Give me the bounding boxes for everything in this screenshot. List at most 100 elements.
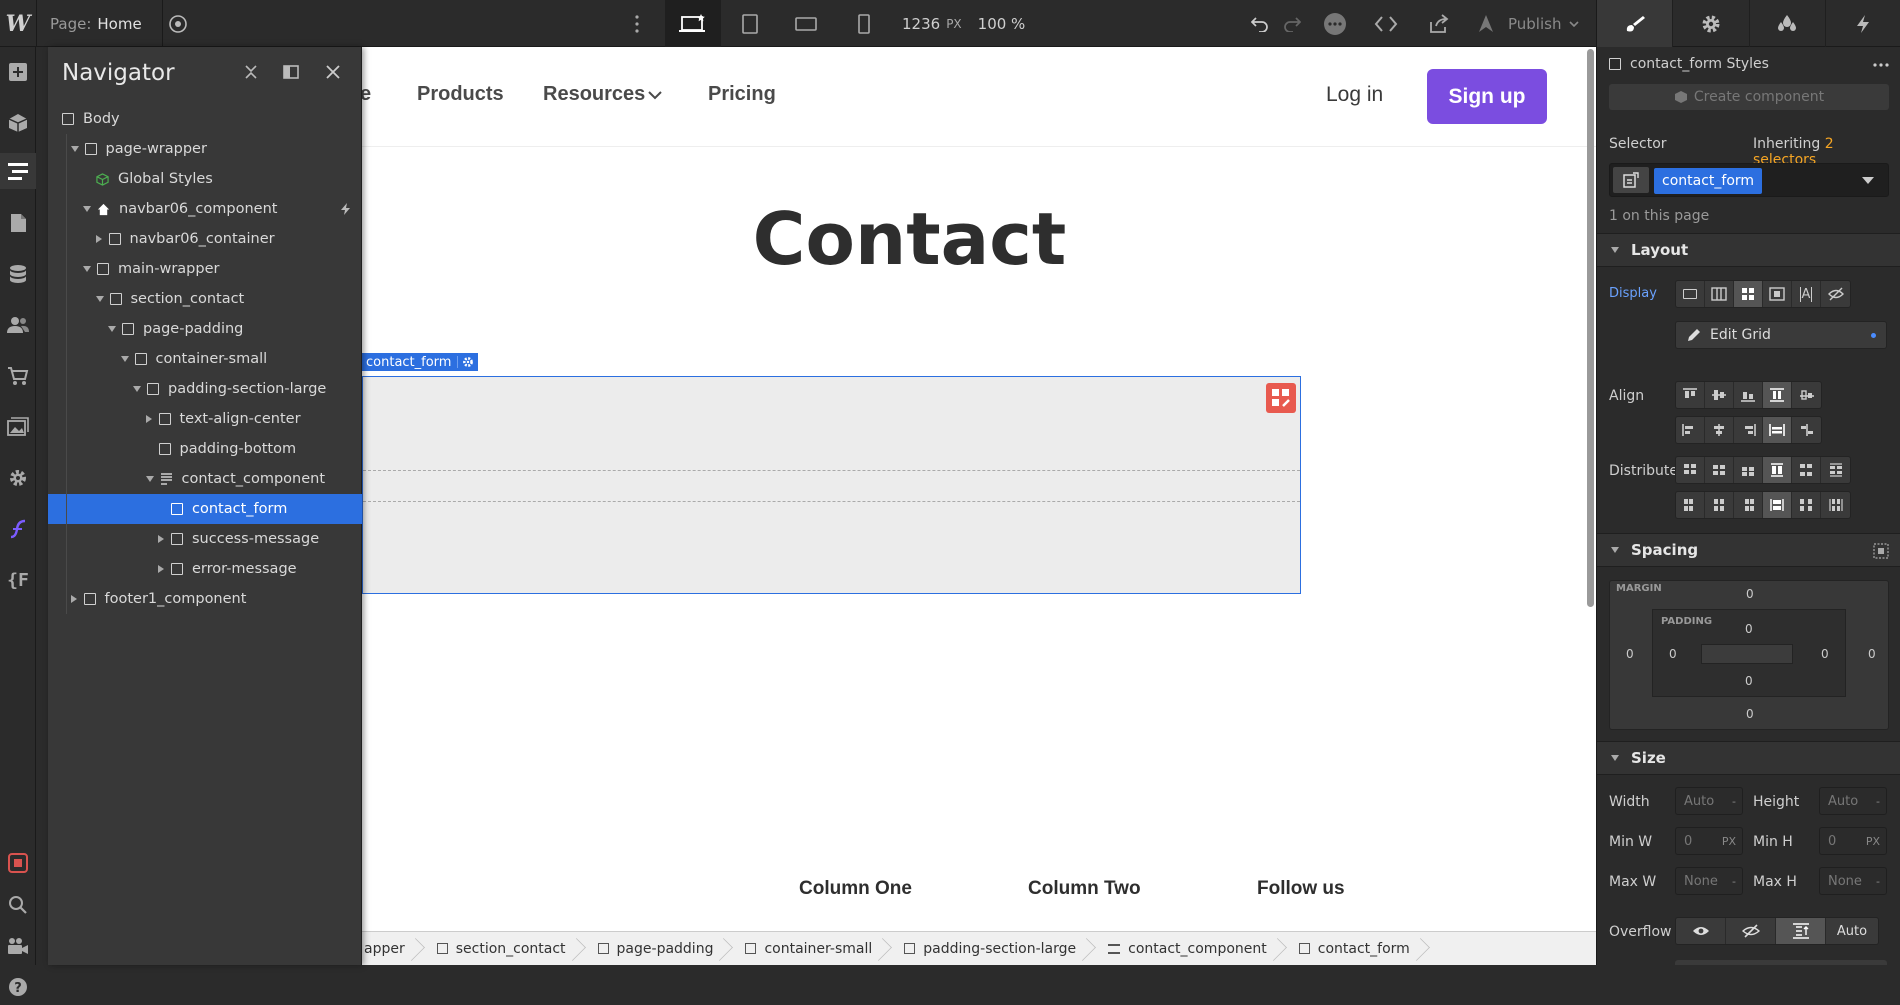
display-inline-icon[interactable]: A	[1792, 281, 1821, 307]
interactions-icon[interactable]	[0, 511, 36, 547]
redo-icon[interactable]	[1280, 0, 1304, 47]
overflow-auto-button[interactable]: Auto	[1826, 918, 1878, 944]
overflow-visible-icon[interactable]	[1676, 918, 1726, 944]
caret-down-icon[interactable]	[95, 296, 104, 302]
desktop-breakpoint-icon[interactable]	[665, 0, 721, 47]
overflow-scroll-icon[interactable]	[1776, 918, 1826, 944]
distribute-icon[interactable]	[1676, 457, 1705, 483]
grid-edit-icon[interactable]	[1266, 383, 1296, 413]
margin-bottom[interactable]: 0	[1746, 707, 1754, 721]
display-block-icon[interactable]	[1676, 281, 1705, 307]
justify-stretch-icon[interactable]	[1763, 417, 1792, 443]
page-selector[interactable]: Page: Home	[50, 0, 142, 47]
distribute-icon[interactable]	[1792, 492, 1821, 518]
mobile-landscape-icon[interactable]	[794, 0, 818, 47]
display-inline-block-icon[interactable]	[1763, 281, 1792, 307]
layout-section-header[interactable]: Layout	[1597, 233, 1900, 267]
search-icon[interactable]	[0, 887, 36, 923]
breadcrumb-item[interactable]: contact_component	[1094, 932, 1285, 966]
publish-button[interactable]: Publish	[1476, 0, 1580, 47]
undo-icon[interactable]	[1248, 0, 1272, 47]
distribute-icon[interactable]	[1676, 492, 1705, 518]
display-none-icon[interactable]	[1821, 281, 1850, 307]
nav-link-home[interactable]: e	[362, 83, 371, 106]
contact-form-element[interactable]	[362, 376, 1301, 594]
caret-down-icon[interactable]	[83, 266, 91, 272]
selector-chip[interactable]: contact_form	[1654, 168, 1763, 194]
caret-down-icon[interactable]	[70, 146, 79, 152]
justify-baseline-icon[interactable]	[1792, 417, 1821, 443]
justify-start-icon[interactable]	[1676, 417, 1705, 443]
selector-mode-icon[interactable]	[1613, 167, 1649, 193]
webflow-logo[interactable]: W	[0, 0, 36, 47]
caret-right-icon[interactable]	[95, 235, 102, 243]
distribute-icon[interactable]	[1821, 492, 1850, 518]
align-end-icon[interactable]	[1734, 382, 1763, 408]
padding-right[interactable]: 0	[1821, 647, 1829, 661]
spacing-section-header[interactable]: Spacing	[1597, 533, 1900, 567]
distribute-icon[interactable]	[1734, 457, 1763, 483]
add-panel-icon[interactable]	[0, 54, 36, 90]
more-icon[interactable]	[1873, 63, 1889, 67]
margin-right[interactable]: 0	[1868, 647, 1876, 661]
display-grid-icon[interactable]	[1734, 281, 1763, 307]
navigator-tree-item[interactable]: section_contact	[48, 284, 362, 314]
navigator-tree-item[interactable]: main-wrapper	[48, 254, 362, 284]
margin-top[interactable]: 0	[1746, 587, 1754, 601]
padding-left[interactable]: 0	[1669, 647, 1677, 661]
breadcrumb-item[interactable]: section_contact	[423, 932, 584, 966]
ecommerce-icon[interactable]	[0, 358, 36, 394]
navigator-tree-item[interactable]: success-message	[48, 524, 362, 554]
spacing-mode-icon[interactable]	[1873, 543, 1889, 559]
caret-down-icon[interactable]	[83, 206, 91, 212]
max-height-input[interactable]: None -	[1819, 867, 1887, 895]
distribute-icon[interactable]	[1821, 457, 1850, 483]
nav-link-pricing[interactable]: Pricing	[708, 83, 776, 106]
caret-right-icon[interactable]	[158, 535, 164, 543]
distribute-icon[interactable]	[1705, 492, 1734, 518]
mobile-portrait-icon[interactable]	[852, 0, 876, 47]
distribute-icon[interactable]	[1734, 492, 1763, 518]
navigator-tree-item[interactable]: Global Styles	[48, 164, 362, 194]
signup-button[interactable]: Sign up	[1427, 69, 1547, 124]
height-input[interactable]: Auto -	[1819, 787, 1887, 815]
help-icon[interactable]: ?	[0, 969, 36, 1005]
caret-down-icon[interactable]	[145, 476, 154, 482]
export-icon[interactable]	[1426, 0, 1452, 47]
video-tutorials-icon[interactable]	[0, 928, 36, 964]
close-icon[interactable]	[326, 65, 340, 79]
navigator-tree-item[interactable]: navbar06_container	[48, 224, 362, 254]
caret-down-icon[interactable]	[108, 326, 116, 332]
navigator-tree-item[interactable]: contact_component	[48, 464, 362, 494]
min-height-input[interactable]: 0 PX	[1819, 827, 1887, 855]
navigator-tree-item[interactable]: contact_form	[48, 494, 362, 524]
edit-grid-button[interactable]: Edit Grid	[1675, 321, 1887, 349]
users-icon[interactable]	[0, 307, 36, 343]
justify-center-icon[interactable]	[1705, 417, 1734, 443]
margin-left[interactable]: 0	[1626, 647, 1634, 661]
navigator-tree-item[interactable]: error-message	[48, 554, 362, 584]
record-icon[interactable]	[0, 845, 36, 881]
align-start-icon[interactable]	[1676, 382, 1705, 408]
width-input[interactable]: Auto -	[1675, 787, 1743, 815]
selector-dropdown-icon[interactable]	[1862, 177, 1874, 185]
assets-icon[interactable]	[0, 409, 36, 445]
overflow-hidden-icon[interactable]	[1726, 918, 1776, 944]
selected-element-tag[interactable]: contact_form	[362, 353, 479, 371]
distribute-icon[interactable]	[1705, 457, 1734, 483]
breadcrumb-item[interactable]: apper	[362, 932, 423, 966]
caret-right-icon[interactable]	[158, 565, 164, 573]
pages-icon[interactable]	[0, 205, 36, 241]
breadcrumb-item[interactable]: page-padding	[584, 932, 732, 966]
style-manager-drops-icon[interactable]	[1750, 0, 1826, 47]
settings-gear-icon[interactable]	[0, 460, 36, 496]
dock-panel-icon[interactable]	[283, 65, 299, 79]
navigator-tree-item[interactable]: page-padding	[48, 314, 362, 344]
distribute-icon[interactable]	[1763, 492, 1792, 518]
navigator-tree-item[interactable]: navbar06_component	[48, 194, 362, 224]
size-section-header[interactable]: Size	[1597, 741, 1900, 775]
style-tab-brush-icon[interactable]	[1597, 0, 1674, 47]
login-link[interactable]: Log in	[1326, 83, 1383, 107]
design-canvas[interactable]: e Products Resources Pricing Log in Sign…	[362, 47, 1596, 931]
caret-right-icon[interactable]	[145, 415, 152, 423]
